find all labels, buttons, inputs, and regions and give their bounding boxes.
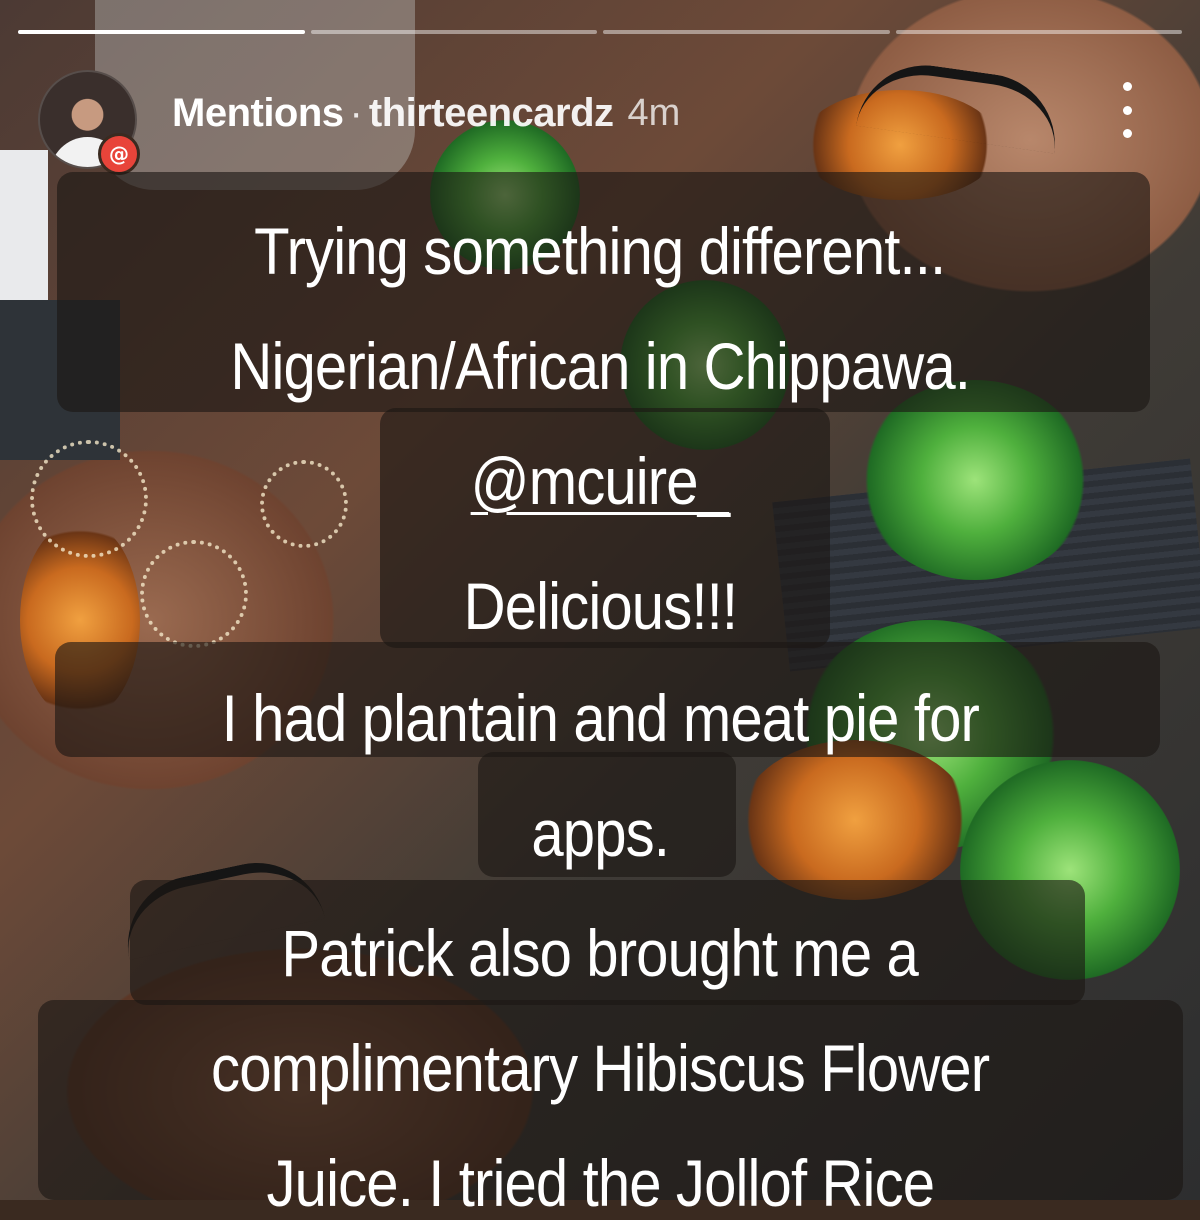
caption-line: Nigerian/African in Chippawa. [230, 329, 970, 403]
caption-line: Juice. I tried the Jollof Rice [266, 1146, 935, 1220]
caption-line: Delicious!!! [463, 569, 737, 643]
mention-badge: @ [98, 133, 140, 175]
timestamp: 4m [627, 91, 681, 134]
mention-link[interactable]: @mcuire_ [471, 448, 730, 514]
caption-line: Trying something different... [254, 214, 946, 288]
progress-segment [895, 30, 1182, 34]
caption-line: complimentary Hibiscus Flower [210, 1031, 990, 1105]
story-progress-bar [18, 30, 1182, 34]
header-title[interactable]: Mentions [172, 91, 344, 136]
username-link[interactable]: thirteencardz [369, 91, 614, 136]
more-options-icon[interactable] [1112, 82, 1142, 138]
caption-line: apps. [531, 796, 670, 870]
caption-line: Patrick also brought me a [281, 916, 919, 990]
progress-segment [18, 30, 305, 34]
progress-segment [603, 30, 890, 34]
progress-segment [310, 30, 597, 34]
header-separator: · [349, 90, 363, 135]
mention-link-line[interactable]: @mcuire_ [0, 448, 1200, 514]
story-header: Mentions · thirteencardz 4m [172, 88, 680, 138]
caption-line: I had plantain and meat pie for [221, 681, 979, 755]
